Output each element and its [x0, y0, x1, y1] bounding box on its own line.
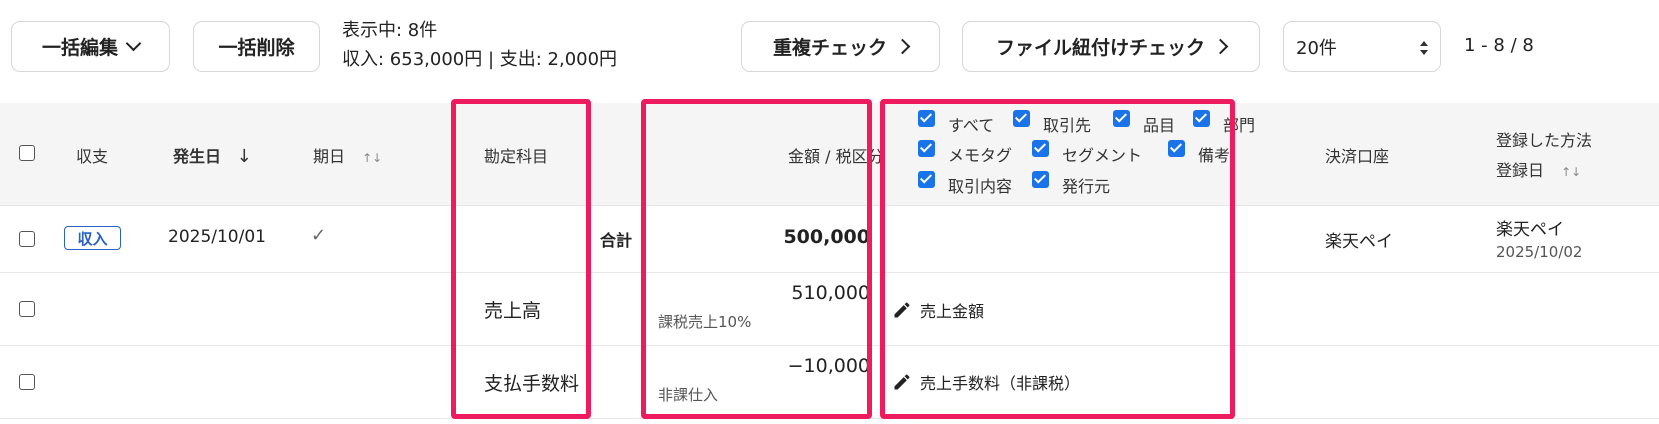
- bulk-delete-label: 一括削除: [218, 37, 295, 59]
- chevron-down-icon: [125, 35, 142, 52]
- row-checkbox[interactable]: [19, 231, 35, 247]
- duplicate-check-button[interactable]: 重複チェック: [741, 21, 940, 72]
- pagination: 1 - 8 / 8: [1464, 35, 1534, 56]
- column-date[interactable]: 発生日 ↓: [173, 143, 252, 167]
- column-registered-date-label: 登録日: [1496, 161, 1545, 180]
- column-period-label: 期日: [313, 147, 346, 166]
- page-size-select[interactable]: 20件: [1283, 21, 1441, 72]
- file-link-check-label: ファイル紐付けチェック: [995, 37, 1205, 59]
- column-type: 収支: [76, 147, 109, 166]
- bulk-edit-label: 一括編集: [41, 37, 118, 59]
- select-all-checkbox[interactable]: [19, 145, 35, 161]
- row-checkbox[interactable]: [19, 374, 35, 390]
- chevron-right-icon: [1212, 38, 1229, 55]
- chevron-right-icon: [894, 38, 911, 55]
- column-registered-method: 登録した方法: [1496, 131, 1593, 150]
- row-checkbox[interactable]: [19, 301, 35, 317]
- summary-count: 表示中: 8件: [342, 20, 438, 41]
- highlight-detail-options-column: [880, 99, 1235, 419]
- total-label: 合計: [600, 231, 633, 250]
- summary: 表示中: 8件 収入: 653,000円 | 支出: 2,000円: [342, 16, 617, 74]
- duplicate-check-label: 重複チェック: [772, 37, 887, 59]
- type-badge: 収入: [64, 226, 121, 250]
- bulk-delete-button[interactable]: 一括削除: [193, 21, 320, 72]
- payment-account-cell: 楽天ペイ: [1325, 232, 1393, 252]
- highlight-account-column: [451, 99, 591, 419]
- sort-down-icon[interactable]: ↓: [237, 146, 252, 167]
- select-updown-icon: [1420, 41, 1428, 55]
- column-registered-date[interactable]: 登録日 ↑↓: [1496, 157, 1581, 181]
- file-link-check-button[interactable]: ファイル紐付けチェック: [962, 21, 1260, 72]
- registered-method-cell: 楽天ペイ: [1496, 220, 1564, 240]
- bulk-edit-button[interactable]: 一括編集: [11, 21, 170, 72]
- summary-amounts: 収入: 653,000円 | 支出: 2,000円: [342, 49, 618, 70]
- registered-date-cell: 2025/10/02: [1496, 243, 1583, 261]
- sort-updown-icon[interactable]: ↑↓: [362, 151, 382, 165]
- page-size-value: 20件: [1296, 37, 1337, 59]
- sort-updown-icon[interactable]: ↑↓: [1561, 165, 1581, 179]
- column-date-label: 発生日: [173, 147, 222, 166]
- period-check-icon: ✓: [311, 225, 327, 246]
- column-period[interactable]: 期日 ↑↓: [313, 143, 382, 167]
- date-cell: 2025/10/01: [168, 227, 266, 247]
- column-payment-account: 決済口座: [1325, 147, 1390, 166]
- highlight-amount-column: [641, 99, 872, 419]
